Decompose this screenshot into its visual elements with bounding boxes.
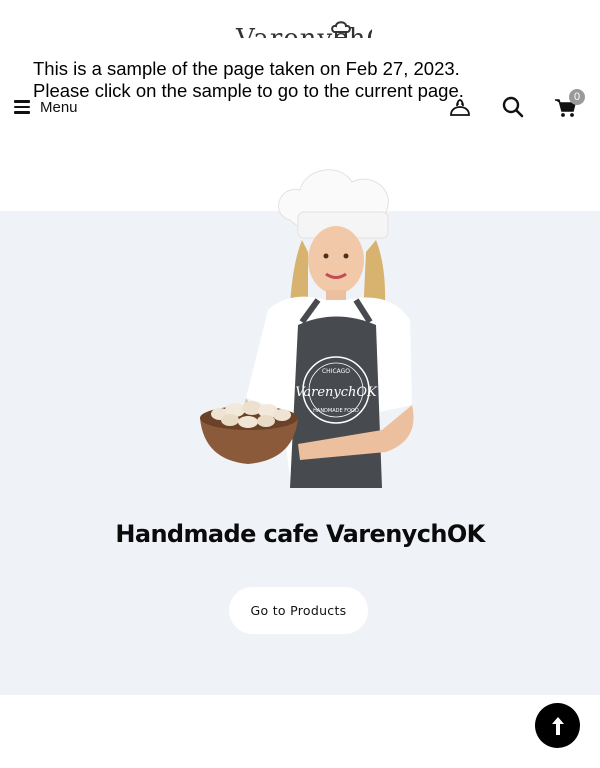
hero-title: Handmade cafe VarenychOK <box>115 520 485 548</box>
apron-logo-top: CHICAGO <box>322 368 350 375</box>
apron-logo-main: VarenychOK <box>295 385 378 400</box>
menu-icon <box>14 100 30 114</box>
notice-line-1: This is a sample of the page taken on Fe… <box>33 58 460 79</box>
arrow-up-icon <box>551 716 564 735</box>
apron-logo-bottom: HANDMADE FOOD <box>313 408 359 414</box>
search-icon[interactable] <box>502 96 524 118</box>
menu-button[interactable]: Menu <box>14 96 78 118</box>
menu-label: Menu <box>40 98 78 116</box>
go-to-products-button[interactable]: Go to Products <box>229 587 368 634</box>
notice-line-2: Please click on the sample to go to the … <box>33 80 464 101</box>
archive-notice[interactable]: This is a sample of the page taken on Fe… <box>33 58 493 102</box>
back-to-top-button[interactable] <box>535 703 580 748</box>
cart-count-badge: 0 <box>569 89 585 105</box>
site-logo[interactable]: VarenychOK <box>232 18 372 38</box>
chef-image: CHICAGO VarenychOK HANDMADE FOOD <box>200 169 414 488</box>
chef-hat-icon <box>331 21 351 38</box>
dumpling-icon[interactable] <box>448 98 472 120</box>
